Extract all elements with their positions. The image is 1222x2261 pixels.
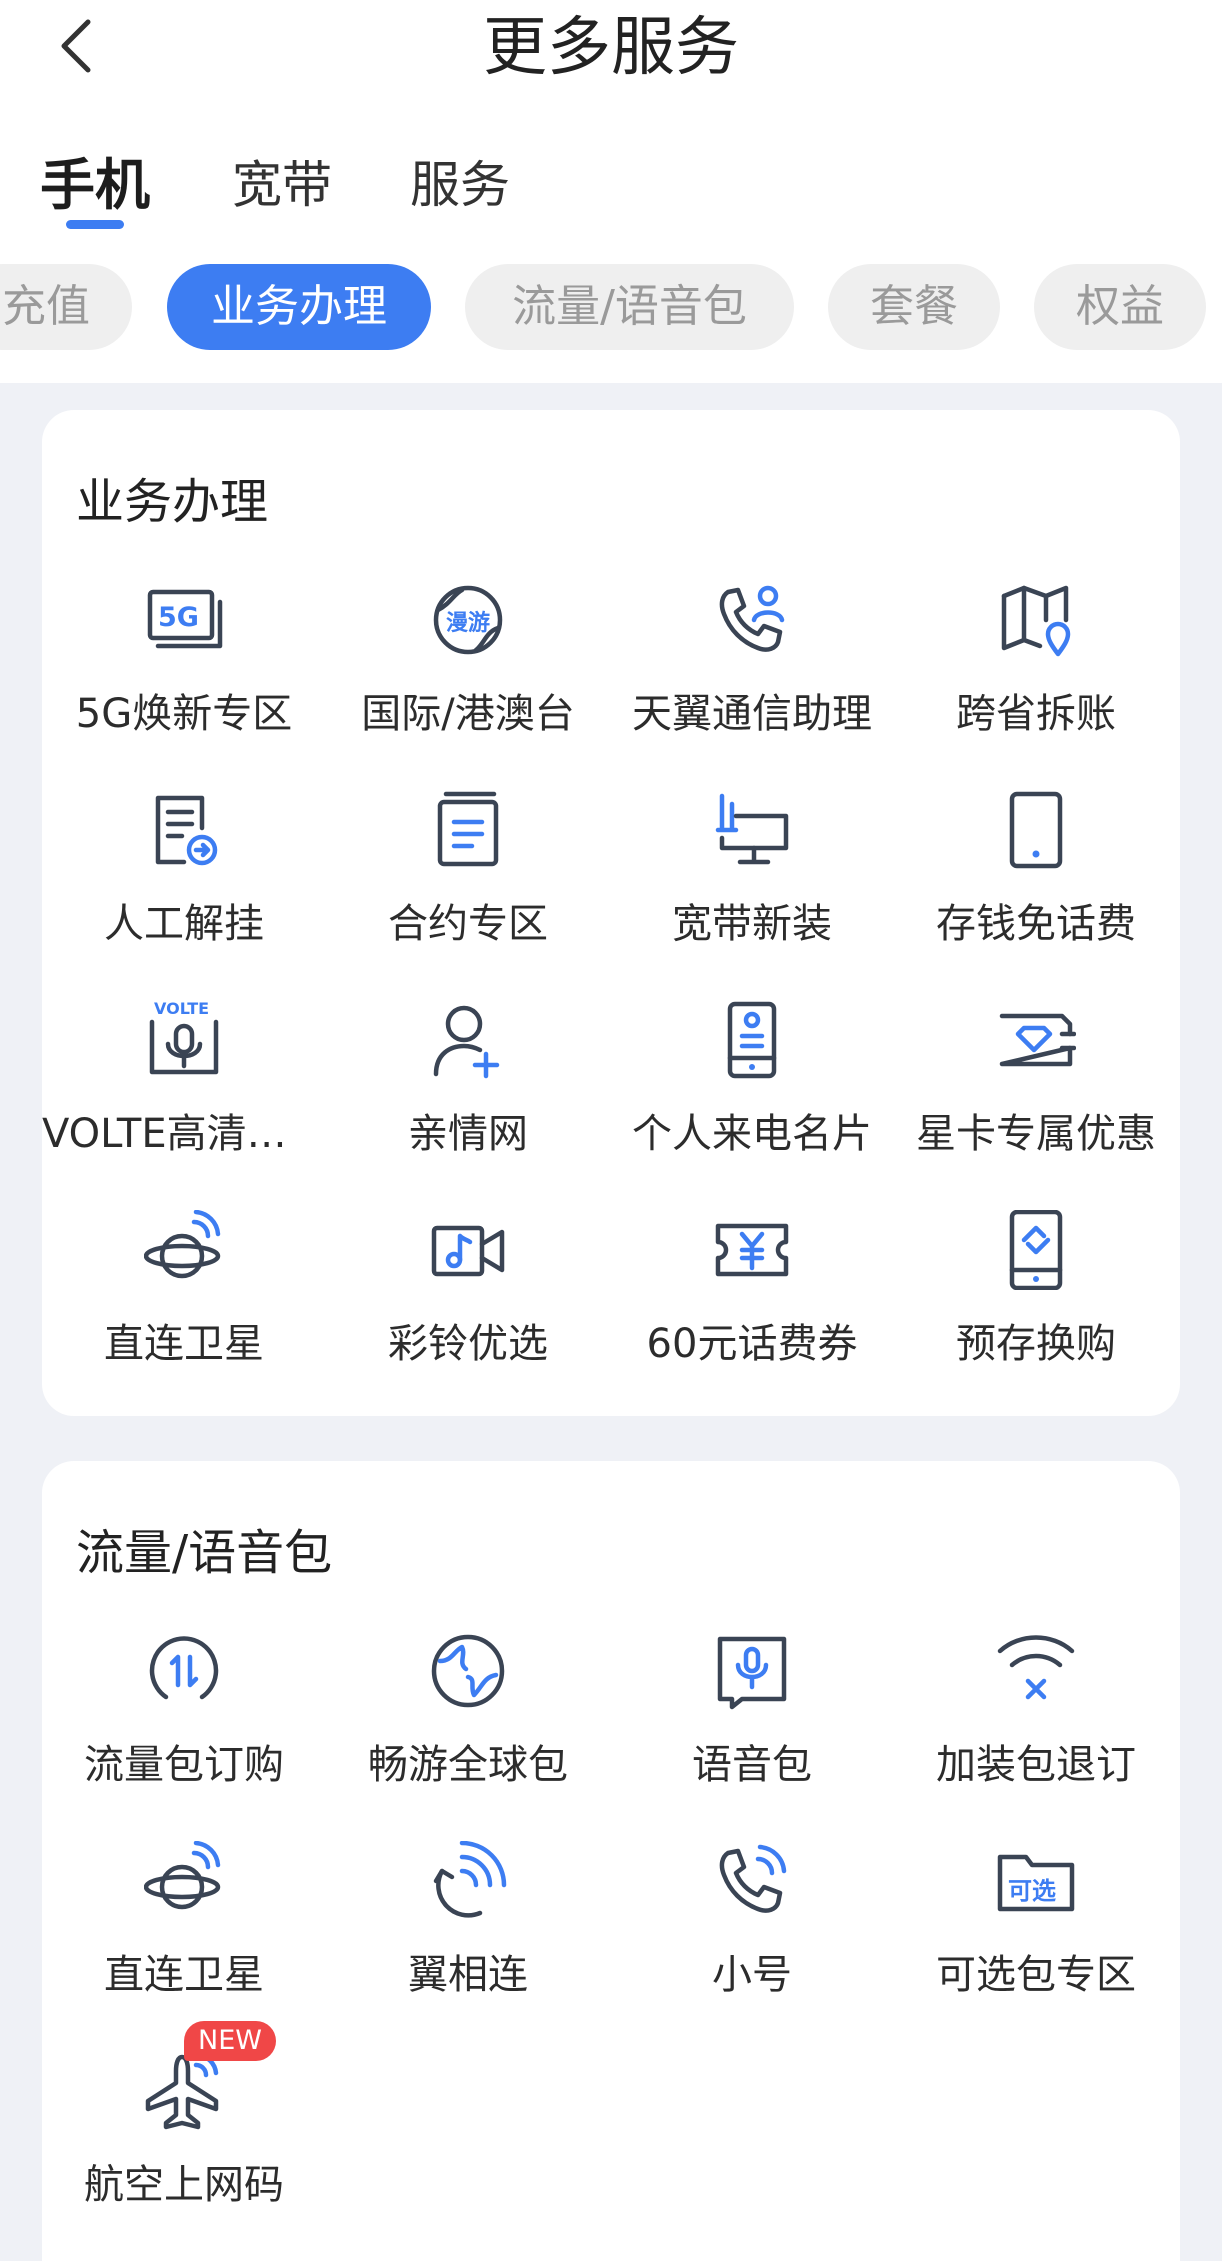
phone-card-icon (727, 1001, 777, 1079)
grid-item-international[interactable]: 漫游 国际/港澳台 (326, 580, 610, 780)
yuan-coupon-icon (715, 1223, 789, 1277)
svg-text:漫游: 漫游 (446, 610, 490, 636)
grid-item-assistant[interactable]: 天翼通信助理 (610, 580, 894, 780)
grid-item-cross-province[interactable]: 跨省拆账 (894, 580, 1178, 780)
business-card: 业务办理 5G 5G焕新专区 漫游 国际/港澳台 天翼通信助理 跨省拆账 人工解… (42, 410, 1180, 1416)
pill-benefits[interactable]: 权益 (1034, 264, 1206, 350)
grid-item-satellite[interactable]: 直连卫星 (42, 1210, 326, 1410)
page-title: 更多服务 (483, 11, 739, 85)
active-tab-indicator (66, 220, 124, 229)
tab-service[interactable]: 服务 (410, 150, 510, 220)
new-badge: NEW (184, 2021, 276, 2061)
svg-text:5G: 5G (158, 602, 199, 633)
grid-item-caller-card[interactable]: 个人来电名片 (610, 1000, 894, 1200)
section-title: 流量/语音包 (76, 1525, 333, 1581)
grid-item-optional-pack[interactable]: 可选 可选包专区 (894, 1841, 1178, 2041)
grid-item-global-pack[interactable]: 畅游全球包 (326, 1631, 610, 1831)
pill-plans[interactable]: 套餐 (828, 264, 1000, 350)
airplane-wifi-icon (145, 2052, 219, 2130)
grid-item-volte[interactable]: VOLTE VOLTE高清语音 (42, 1000, 326, 1200)
grid-item-coupon[interactable]: 60元话费券 (610, 1210, 894, 1410)
voice-mic-icon (717, 1636, 787, 1710)
section-title: 业务办理 (76, 474, 269, 530)
grid-item-sub-number[interactable]: 小号 (610, 1841, 894, 2041)
volte-mic-icon: VOLTE (149, 1000, 219, 1075)
broadband-monitor-icon (715, 793, 789, 865)
grid-item-voice-pack[interactable]: 语音包 (610, 1631, 894, 1831)
tab-phone[interactable]: 手机 (40, 150, 150, 220)
data-voice-card: 流量/语音包 流量包订购 畅游全球包 语音包 加装包退订 直连卫星 翼相连 小号… (42, 1461, 1180, 2261)
grid-item-contract[interactable]: 合约专区 (326, 790, 610, 990)
pill-recharge[interactable]: 充值 (0, 264, 132, 350)
grid-item-family-net[interactable]: 亲情网 (326, 1000, 610, 1200)
globe-icon (431, 1634, 505, 1708)
document-arrow-icon (155, 795, 218, 866)
grid-item-airplane-code[interactable]: NEW 航空上网码 (42, 2021, 326, 2251)
globe-roaming-icon: 漫游 (433, 585, 503, 655)
svg-text:可选: 可选 (1008, 1877, 1056, 1905)
grid-item-5g[interactable]: 5G 5G焕新专区 (42, 580, 326, 780)
video-ringtone-icon (431, 1225, 505, 1277)
grid-item-ringtone[interactable]: 彩铃优选 (326, 1210, 610, 1410)
contract-doc-icon (437, 791, 499, 867)
phone-exchange-icon (1009, 1210, 1063, 1290)
phone-signal-icon (719, 1844, 787, 1913)
mobile-phone-icon (1009, 791, 1063, 869)
optional-folder-icon: 可选 (997, 1854, 1075, 1912)
grid-item-yi-connect[interactable]: 翼相连 (326, 1841, 610, 2041)
grid-item-data-pack[interactable]: 流量包订购 (42, 1631, 326, 1831)
data-arrows-icon (149, 1636, 219, 1700)
grid-item-prepay-exchange[interactable]: 预存换购 (894, 1210, 1178, 1410)
grid-item-broadband-new[interactable]: 宽带新装 (610, 790, 894, 990)
grid-item-unsubscribe[interactable]: 加装包退订 (894, 1631, 1178, 1831)
wifi-cancel-icon (997, 1635, 1075, 1700)
satellite-planet-icon (144, 1841, 221, 1910)
user-add-icon (433, 1005, 500, 1079)
satellite-planet-icon (144, 1210, 221, 1279)
tab-broadband[interactable]: 宽带 (232, 150, 332, 220)
grid-item-manual-unlock[interactable]: 人工解挂 (42, 790, 326, 990)
grid-item-save-money[interactable]: 存钱免话费 (894, 790, 1178, 990)
diamond-sim-icon (999, 1013, 1076, 1067)
5g-card-icon: 5G (147, 589, 223, 649)
svg-text:VOLTE: VOLTE (154, 1000, 209, 1018)
phone-assistant-icon (719, 585, 785, 652)
top-bar: 更多服务 手机 宽带 服务 充值 业务办理 流量/语音包 套餐 权益 (0, 0, 1222, 383)
map-location-icon (1001, 585, 1071, 657)
grid-item-satellite-2[interactable]: 直连卫星 (42, 1841, 326, 2041)
signal-sync-icon (433, 1841, 507, 1918)
pill-data-voice[interactable]: 流量/语音包 (465, 264, 794, 350)
grid-item-star-card[interactable]: 星卡专属优惠 (894, 1000, 1178, 1200)
pill-business[interactable]: 业务办理 (167, 264, 431, 350)
